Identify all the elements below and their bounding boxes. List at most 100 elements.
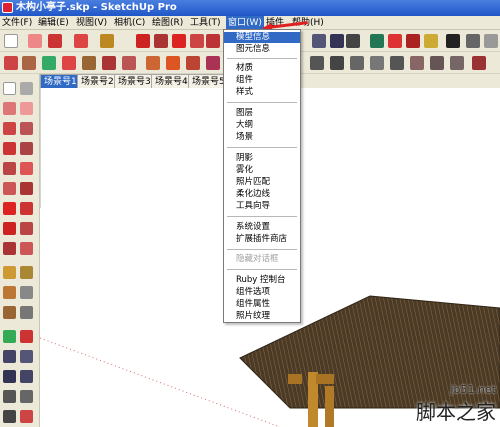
pan-icon[interactable]: [20, 330, 33, 343]
pushpull-icon[interactable]: [20, 202, 33, 215]
rotate-icon[interactable]: [3, 222, 16, 235]
position-camera-icon[interactable]: [3, 390, 16, 403]
protractor-tool-icon[interactable]: [166, 56, 180, 70]
xray-icon[interactable]: [446, 34, 460, 48]
contours-tool-icon[interactable]: [22, 56, 36, 70]
polygon-icon[interactable]: [3, 162, 16, 175]
dimension-icon[interactable]: [20, 266, 33, 279]
spline-icon[interactable]: [370, 56, 384, 70]
menu-item-materials[interactable]: 材质: [224, 63, 300, 74]
followme-tool-icon[interactable]: [190, 34, 204, 48]
orbit-icon[interactable]: [3, 330, 16, 343]
line-icon[interactable]: [3, 122, 16, 135]
text-icon[interactable]: [20, 286, 33, 299]
menu-item-instructor[interactable]: 工具向导: [224, 201, 300, 212]
walk-icon[interactable]: [3, 410, 16, 423]
menu-item-extension-warehouse[interactable]: 扩展插件商店: [224, 234, 300, 245]
hidden-line-icon[interactable]: [484, 34, 498, 48]
styles-icon[interactable]: [424, 34, 438, 48]
arc-curve-icon[interactable]: [310, 56, 324, 70]
protractor-icon[interactable]: [3, 286, 16, 299]
menu-item-styles[interactable]: 样式: [224, 87, 300, 98]
pie-icon[interactable]: [3, 182, 16, 195]
eraser-icon[interactable]: [20, 102, 33, 115]
sandbox-tool-icon[interactable]: [4, 56, 18, 70]
zoom-window-icon[interactable]: [20, 350, 33, 363]
materials-icon[interactable]: [388, 34, 402, 48]
move-tool-icon[interactable]: [136, 34, 150, 48]
component-icon[interactable]: [20, 82, 33, 95]
offset-icon[interactable]: [390, 56, 404, 70]
zoom-tool-icon[interactable]: [346, 34, 360, 48]
join-icon[interactable]: [472, 56, 486, 70]
move-icon[interactable]: [3, 202, 16, 215]
freehand-icon[interactable]: [20, 122, 33, 135]
tape-measure-icon[interactable]: [3, 266, 16, 279]
menu-item-match-photo[interactable]: 照片匹配: [224, 177, 300, 188]
stamp-tool-icon[interactable]: [62, 56, 76, 70]
select-arrow-icon[interactable]: [3, 82, 16, 95]
shape-tool-icon[interactable]: [100, 34, 114, 48]
menu-item-photo-textures[interactable]: 照片纹理: [224, 311, 300, 322]
text-tool-icon[interactable]: [186, 56, 200, 70]
scale-icon[interactable]: [3, 242, 16, 255]
flip-edge-tool-icon[interactable]: [122, 56, 136, 70]
arc-tool-icon[interactable]: [74, 34, 88, 48]
followme-icon[interactable]: [20, 222, 33, 235]
menu-item-component-options[interactable]: 组件选项: [224, 287, 300, 298]
menu-item-layers[interactable]: 图层: [224, 108, 300, 119]
lathe-icon[interactable]: [450, 56, 464, 70]
previous-view-icon[interactable]: [20, 370, 33, 383]
menu-item-preferences[interactable]: 系统设置: [224, 222, 300, 233]
menu-item-model-info[interactable]: 模型信息: [224, 32, 300, 43]
add-detail-tool-icon[interactable]: [102, 56, 116, 70]
menu-file[interactable]: 文件(F): [0, 16, 34, 30]
tab-scene-2[interactable]: 场景号2: [77, 74, 118, 88]
menu-window[interactable]: 窗口(W): [226, 16, 264, 30]
rectangle-icon[interactable]: [3, 142, 16, 155]
tab-scene-3[interactable]: 场景号3: [114, 74, 155, 88]
3d-text-icon[interactable]: [20, 306, 33, 319]
menu-item-ruby-console[interactable]: Ruby 控制台: [224, 275, 300, 286]
tab-scene-4[interactable]: 场景号4: [151, 74, 192, 88]
menu-camera[interactable]: 相机(C): [112, 16, 147, 30]
zoom-icon[interactable]: [3, 350, 16, 363]
section-icon[interactable]: [20, 410, 33, 423]
pencil-tool-icon[interactable]: [48, 34, 62, 48]
scale-tool-icon[interactable]: [206, 34, 220, 48]
polyline-icon[interactable]: [330, 56, 344, 70]
lookaround-tool-icon[interactable]: [312, 34, 326, 48]
pushpull-tool-icon[interactable]: [154, 34, 168, 48]
walk-tool-icon[interactable]: [330, 34, 344, 48]
arc-icon[interactable]: [20, 162, 33, 175]
components-icon[interactable]: [370, 34, 384, 48]
curve-icon[interactable]: [20, 182, 33, 195]
menu-item-entity-info[interactable]: 图元信息: [224, 44, 300, 55]
wireframe-icon[interactable]: [466, 34, 480, 48]
rotate-tool-icon[interactable]: [172, 34, 186, 48]
tab-scene-1[interactable]: 场景号1: [40, 74, 81, 88]
menu-item-outliner[interactable]: 大纲: [224, 120, 300, 131]
bezier-icon[interactable]: [350, 56, 364, 70]
look-around-icon[interactable]: [20, 390, 33, 403]
menu-view[interactable]: 视图(V): [74, 16, 109, 30]
zoom-extents-icon[interactable]: [3, 370, 16, 383]
menu-item-component-attributes[interactable]: 组件属性: [224, 299, 300, 310]
axes-tool-icon[interactable]: [206, 56, 220, 70]
eraser-tool-icon[interactable]: [28, 34, 42, 48]
paint-bucket-icon[interactable]: [3, 102, 16, 115]
offset-icon-left[interactable]: [20, 242, 33, 255]
menu-draw[interactable]: 绘图(R): [150, 16, 185, 30]
menu-tools[interactable]: 工具(T): [188, 16, 223, 30]
menu-item-components[interactable]: 组件: [224, 75, 300, 86]
fillet-icon[interactable]: [410, 56, 424, 70]
menu-item-scenes[interactable]: 场景: [224, 132, 300, 143]
extrude-icon[interactable]: [430, 56, 444, 70]
section-plane-icon[interactable]: [406, 34, 420, 48]
drape-tool-icon[interactable]: [82, 56, 96, 70]
circle-icon[interactable]: [20, 142, 33, 155]
menu-item-fog[interactable]: 雾化: [224, 165, 300, 176]
menu-item-shadows[interactable]: 阴影: [224, 153, 300, 164]
menu-edit[interactable]: 编辑(E): [36, 16, 71, 30]
select-tool-icon[interactable]: [4, 34, 18, 48]
